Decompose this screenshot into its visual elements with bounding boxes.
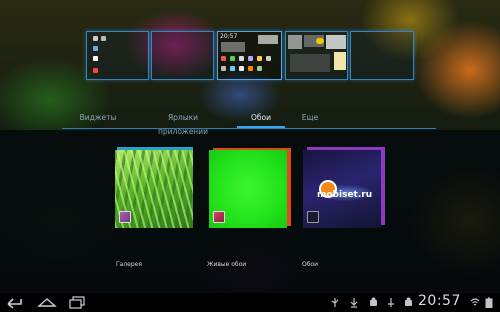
live-wallpaper-card[interactable]: [209, 148, 291, 228]
home-icon[interactable]: [37, 295, 57, 309]
download-icon[interactable]: [350, 297, 358, 308]
mini-widget: [288, 35, 302, 49]
mini-weather-icon: [316, 38, 324, 44]
home-screen-thumb-5[interactable]: [350, 31, 414, 80]
home-screen-thumb-3[interactable]: 20:57: [217, 31, 282, 80]
mini-widget: [258, 35, 278, 44]
watermark-text: mobiset.ru: [317, 190, 373, 200]
system-bar: 20:57: [0, 293, 500, 312]
mini-app-icon: [221, 56, 226, 61]
mini-app-icon: [93, 46, 98, 51]
mini-widget: [326, 35, 346, 49]
mini-app-icon: [239, 66, 244, 71]
mini-app-icon: [93, 36, 98, 41]
usb-icon[interactable]: [331, 297, 339, 308]
mini-app-icon: [230, 56, 235, 61]
mini-app-icon: [93, 68, 98, 73]
home-screen-thumb-4[interactable]: [285, 31, 348, 80]
recent-apps-icon[interactable]: [68, 295, 86, 309]
mini-app-icon: [248, 56, 253, 61]
mini-app-icon: [257, 66, 262, 71]
wallpapers-card[interactable]: mobiset.ru: [303, 147, 385, 228]
back-icon[interactable]: [6, 295, 24, 309]
mini-notes-widget: [334, 52, 346, 70]
mini-app-icon: [248, 66, 253, 71]
gallery-icon: [119, 211, 131, 223]
mini-app-icon: [93, 56, 98, 61]
mini-app-icon: [239, 56, 244, 61]
tab-divider: [62, 128, 436, 129]
wallpapers-icon: [307, 211, 319, 223]
mini-widget: [221, 42, 245, 52]
system-clock[interactable]: 20:57: [418, 293, 461, 309]
mini-app-icon: [101, 36, 106, 41]
wifi-icon[interactable]: [470, 297, 480, 308]
usb-debug-icon[interactable]: [387, 297, 395, 308]
android-icon[interactable]: [404, 297, 412, 308]
home-screen-thumb-1[interactable]: [86, 31, 149, 80]
mini-app-icon: [257, 56, 262, 61]
wallpapers-label: Обои: [302, 261, 318, 268]
gallery-card[interactable]: [115, 147, 193, 228]
mini-app-icon: [221, 66, 226, 71]
live-wallpaper-label: Живые обои: [207, 261, 247, 268]
mini-app-icon: [266, 56, 271, 61]
android-icon[interactable]: [369, 297, 377, 308]
mini-clock: 20:57: [220, 33, 238, 40]
mini-widget: [290, 54, 330, 72]
home-screen-thumb-2[interactable]: [151, 31, 214, 80]
gallery-label: Галерея: [116, 261, 142, 268]
mini-app-icon: [230, 66, 235, 71]
live-wallpaper-icon: [213, 211, 225, 223]
battery-icon[interactable]: [485, 297, 493, 308]
